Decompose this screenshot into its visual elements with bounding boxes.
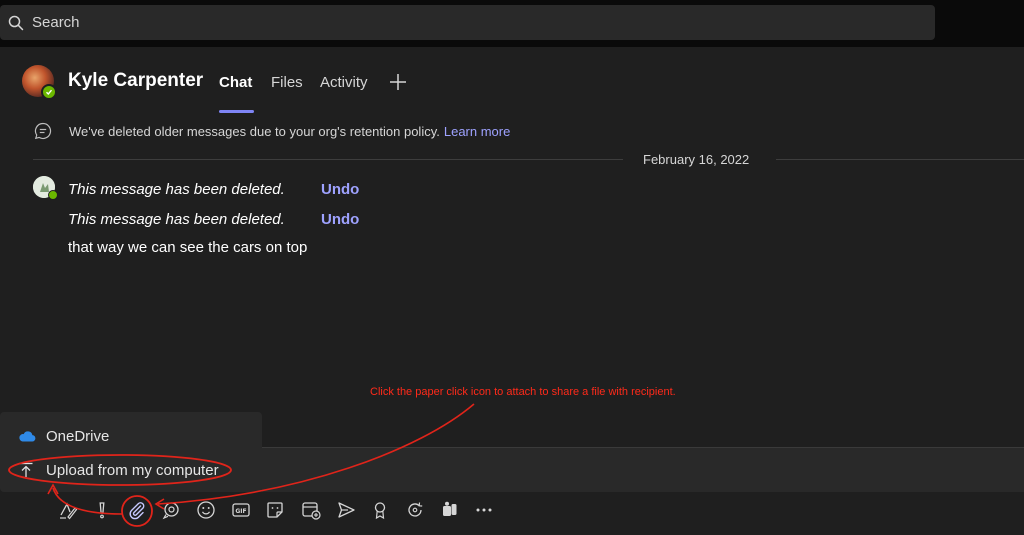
menu-item-label: OneDrive	[46, 427, 110, 445]
menu-item-onedrive[interactable]: OneDrive	[0, 420, 262, 452]
sticker-icon[interactable]	[263, 498, 287, 522]
menu-item-upload[interactable]: Upload from my computer	[0, 454, 262, 486]
divider	[776, 159, 1024, 160]
presence-available-icon	[41, 84, 57, 100]
schedule-meeting-icon[interactable]	[299, 498, 323, 522]
praise-icon[interactable]	[368, 498, 392, 522]
more-icon[interactable]	[472, 498, 496, 522]
search-input[interactable]: Search	[0, 5, 935, 40]
retention-notice: We've deleted older messages due to your…	[33, 121, 510, 141]
svg-text:GIF: GIF	[235, 508, 246, 515]
annotation-text: Click the paper click icon to attach to …	[370, 386, 676, 398]
chat-header: Kyle Carpenter Chat Files Activity	[0, 48, 1024, 114]
divider	[33, 159, 623, 160]
tab-activity[interactable]: Activity	[320, 74, 368, 91]
undo-button[interactable]: Undo	[321, 181, 359, 198]
send-icon[interactable]	[334, 498, 358, 522]
active-tab-indicator	[219, 110, 254, 113]
message-deleted: This message has been deleted.	[68, 211, 285, 228]
avatar[interactable]	[22, 65, 57, 100]
menu-item-label: Upload from my computer	[46, 461, 219, 479]
tab-chat[interactable]: Chat	[219, 74, 252, 91]
loop-component-icon[interactable]	[403, 498, 427, 522]
important-icon[interactable]	[90, 498, 114, 522]
undo-button[interactable]: Undo	[321, 211, 359, 228]
attach-menu: OneDrive Upload from my computer	[0, 412, 262, 492]
learn-more-link[interactable]: Learn more	[444, 124, 510, 139]
tab-files[interactable]: Files	[271, 74, 303, 91]
upload-icon	[18, 462, 34, 478]
format-icon[interactable]	[56, 498, 80, 522]
date-separator: February 16, 2022	[643, 152, 750, 167]
contact-name[interactable]: Kyle Carpenter	[68, 70, 203, 92]
retention-text: We've deleted older messages due to your…	[69, 123, 440, 139]
gif-icon[interactable]: GIF	[229, 498, 253, 522]
title-bar: Search	[0, 0, 1024, 47]
loop-icon[interactable]	[159, 498, 183, 522]
add-tab-icon[interactable]	[388, 72, 408, 92]
message-avatar[interactable]	[33, 176, 58, 200]
message-text: that way we can see the cars on top	[68, 239, 308, 256]
search-placeholder: Search	[32, 14, 80, 31]
cloud-icon	[18, 430, 36, 442]
apps-icon[interactable]	[438, 498, 462, 522]
compose-input[interactable]	[262, 447, 1024, 492]
search-icon	[8, 15, 24, 31]
attach-icon[interactable]	[125, 498, 149, 522]
chat-bubble-icon	[33, 121, 53, 141]
presence-available-icon	[48, 190, 58, 200]
message-deleted: This message has been deleted.	[68, 181, 285, 198]
emoji-icon[interactable]	[194, 498, 218, 522]
